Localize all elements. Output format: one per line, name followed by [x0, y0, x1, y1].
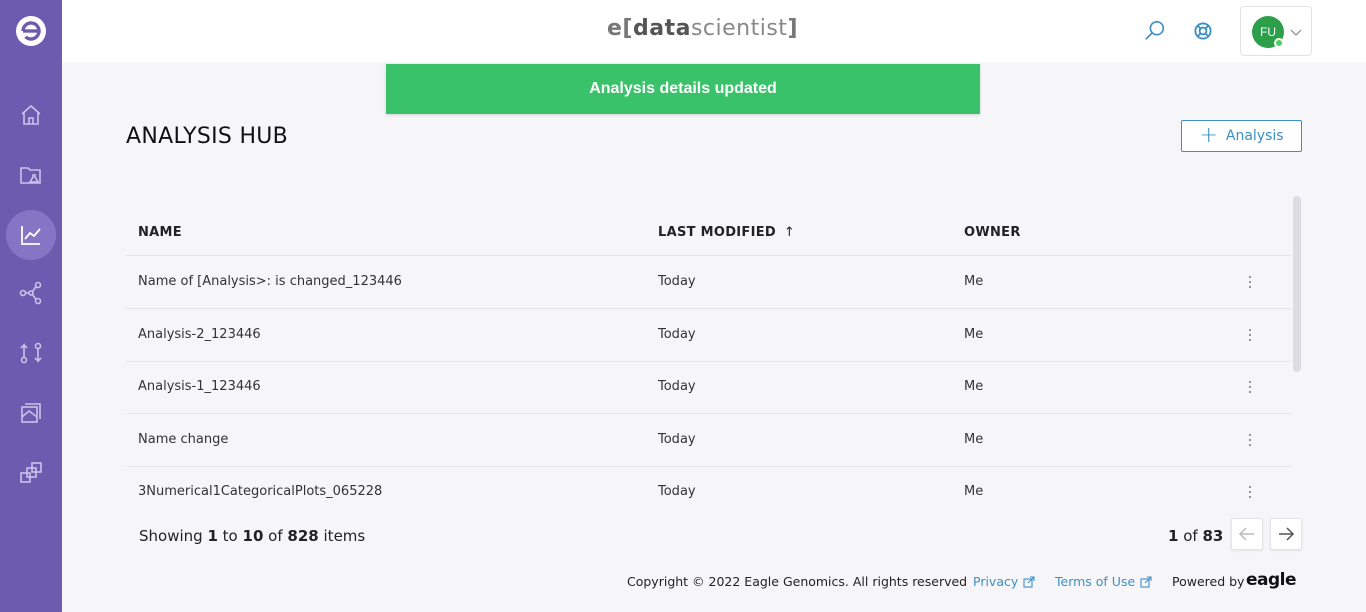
eagle-genomics-logo[interactable]: eagle: [1246, 570, 1297, 590]
table-scrollbar[interactable]: [1292, 196, 1302, 518]
row-name[interactable]: 3Numerical1CategoricalPlots_065228: [138, 484, 382, 499]
table-header: NAME LAST MODIFIED ↑ OWNER: [126, 196, 1292, 256]
search-icon: [1145, 20, 1165, 40]
showing-of-word: of: [268, 527, 283, 545]
column-header-last-modified[interactable]: LAST MODIFIED ↑: [658, 225, 795, 240]
top-bar: e[datascientist] FU: [62, 0, 1366, 62]
row-owner: Me: [964, 274, 984, 289]
arrow-right-icon: [1279, 527, 1295, 541]
row-owner: Me: [964, 327, 984, 342]
next-page-button[interactable]: [1270, 518, 1302, 550]
privacy-label: Privacy: [973, 574, 1019, 589]
row-last-modified: Today: [658, 484, 696, 499]
previous-page-button[interactable]: [1231, 518, 1263, 550]
row-actions-kebab-icon[interactable]: [1244, 323, 1256, 347]
row-last-modified: Today: [658, 379, 696, 394]
column-header-name[interactable]: NAME: [138, 225, 182, 240]
row-last-modified: Today: [658, 432, 696, 447]
brand-scientist: scientist: [690, 16, 788, 41]
home-icon: [21, 104, 41, 125]
analysis-table: NAME LAST MODIFIED ↑ OWNER Name of [Anal…: [126, 196, 1292, 518]
nav-layers[interactable]: [6, 388, 56, 438]
sidebar: [0, 0, 62, 612]
folder-flask-icon: [20, 167, 41, 184]
nav-home[interactable]: [6, 90, 56, 140]
row-actions-kebab-icon[interactable]: [1244, 480, 1256, 504]
row-last-modified: Today: [658, 274, 696, 289]
table-row[interactable]: Name change Today Me: [126, 414, 1292, 467]
add-analysis-button[interactable]: + Analysis: [1181, 120, 1302, 152]
add-analysis-label: Analysis: [1225, 128, 1284, 144]
plus-icon: +: [1199, 123, 1218, 148]
brand-data: data: [632, 16, 691, 41]
transfer-icon: [20, 342, 42, 364]
row-owner: Me: [964, 432, 984, 447]
chevron-down-icon: [1290, 29, 1302, 36]
table-row[interactable]: Analysis-2_123446 Today Me: [126, 309, 1292, 362]
showing-from: 1: [207, 527, 218, 545]
app-logo-icon[interactable]: [14, 14, 48, 48]
success-toast: Analysis details updated: [386, 64, 980, 114]
page-title: ANALYSIS HUB: [126, 124, 289, 149]
row-name[interactable]: Analysis-1_123446: [138, 379, 261, 394]
row-actions-kebab-icon[interactable]: [1244, 270, 1256, 294]
table-row[interactable]: 3Numerical1CategoricalPlots_065228 Today…: [126, 466, 1292, 518]
support-lifebuoy-icon: [1194, 22, 1212, 40]
copy-blocks-icon: [20, 462, 42, 483]
row-last-modified: Today: [658, 327, 696, 342]
current-page: 1: [1168, 527, 1179, 545]
table-row[interactable]: Name of [Analysis>: is changed_123446 To…: [126, 256, 1292, 309]
showing-items-word: items: [323, 527, 366, 545]
row-owner: Me: [964, 484, 984, 499]
row-name[interactable]: Name change: [138, 432, 228, 447]
analysis-chart-icon: [21, 226, 41, 245]
row-name[interactable]: Analysis-2_123446: [138, 327, 261, 342]
nav-workflows[interactable]: [6, 268, 56, 318]
nav-analysis[interactable]: [6, 210, 56, 260]
user-menu[interactable]: FU: [1240, 6, 1312, 56]
row-name[interactable]: Name of [Analysis>: is changed_123446: [138, 274, 402, 289]
powered-by-label: Powered by: [1172, 574, 1245, 589]
showing-to-word: to: [222, 527, 238, 545]
external-link-icon: [1140, 575, 1152, 588]
showing-to: 10: [242, 527, 264, 545]
scrollbar-thumb[interactable]: [1293, 196, 1301, 372]
page-count: 83: [1202, 527, 1224, 545]
terms-label: Terms of Use: [1055, 574, 1136, 589]
nav-apps[interactable]: [6, 448, 56, 498]
brand-e: e: [607, 16, 623, 41]
table-row[interactable]: Analysis-1_123446 Today Me: [126, 361, 1292, 414]
showing-total: 828: [287, 527, 319, 545]
row-owner: Me: [964, 379, 984, 394]
brand-logo: e[datascientist]: [607, 16, 798, 41]
row-actions-kebab-icon[interactable]: [1244, 375, 1256, 399]
page-indicator: 1 of 83: [1168, 527, 1223, 545]
privacy-link[interactable]: Privacy: [973, 574, 1035, 589]
arrow-left-icon: [1238, 527, 1254, 541]
layers-icon: [21, 403, 41, 423]
column-header-owner[interactable]: OWNER: [964, 225, 1021, 240]
online-status-dot: [1274, 38, 1284, 48]
brand-close-bracket: ]: [787, 16, 798, 41]
copyright-text: Copyright © 2022 Eagle Genomics. All rig…: [627, 574, 968, 589]
workflow-nodes-icon: [19, 281, 42, 305]
nav-data[interactable]: [6, 150, 56, 200]
row-actions-kebab-icon[interactable]: [1244, 428, 1256, 452]
sort-ascending-icon: ↑: [783, 225, 796, 240]
nav-transfer[interactable]: [6, 328, 56, 378]
terms-of-use-link[interactable]: Terms of Use: [1055, 574, 1152, 589]
showing-label: Showing: [139, 527, 203, 545]
page-of-word: of: [1183, 527, 1198, 545]
brand-open-bracket: [: [622, 16, 633, 41]
help-button[interactable]: [1190, 18, 1216, 44]
external-link-icon: [1023, 575, 1035, 588]
search-button[interactable]: [1142, 18, 1168, 44]
items-count: Showing 1 to 10 of 828 items: [139, 527, 365, 545]
column-header-last-modified-label: LAST MODIFIED: [658, 225, 777, 240]
